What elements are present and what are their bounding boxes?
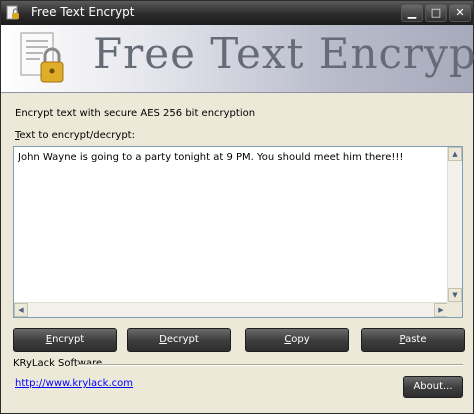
scrollbar-corner: [447, 302, 462, 317]
title-bar[interactable]: Free Text Encrypt ▁ □ ✕: [1, 1, 473, 25]
decrypt-button[interactable]: Decrypt: [127, 328, 231, 352]
arrow-up-icon: ▲: [452, 150, 458, 158]
app-icon: [6, 5, 19, 20]
paste-label: aste: [405, 334, 427, 345]
divider: [77, 364, 463, 366]
scroll-down-button[interactable]: ▼: [448, 288, 462, 302]
decrypt-label: ecrypt: [166, 334, 199, 345]
copy-label: opy: [291, 334, 310, 345]
copy-button[interactable]: Copy: [245, 328, 349, 352]
decrypt-mnemonic: D: [159, 334, 167, 345]
label-text: ext to encrypt/decrypt:: [19, 130, 135, 141]
description-text: Encrypt text with secure AES 256 bit enc…: [15, 108, 256, 119]
close-button[interactable]: ✕: [449, 4, 471, 22]
scroll-right-button[interactable]: ▶: [434, 303, 448, 317]
arrow-right-icon: ▶: [438, 306, 444, 314]
text-area-label: Text to encrypt/decrypt:: [15, 130, 135, 141]
scroll-left-button[interactable]: ◀: [14, 303, 28, 317]
close-icon: ✕: [455, 6, 465, 19]
app-window: Free Text Encrypt ▁ □ ✕ Free Text Encryp…: [0, 0, 474, 414]
arrow-down-icon: ▼: [452, 291, 458, 299]
scroll-up-button[interactable]: ▲: [448, 147, 462, 161]
document-lock-icon: [20, 32, 64, 83]
minimize-icon: ▁: [407, 6, 417, 19]
arrow-left-icon: ◀: [18, 306, 24, 314]
text-input-area[interactable]: John Wayne is going to a party tonight a…: [13, 146, 463, 318]
header-banner: Free Text Encrypt: [1, 25, 474, 93]
maximize-button[interactable]: □: [425, 4, 447, 22]
vertical-scrollbar[interactable]: ▲ ▼: [447, 147, 462, 302]
banner-title: Free Text Encrypt: [93, 29, 474, 78]
encrypt-label: ncrypt: [52, 334, 85, 345]
minimize-button[interactable]: ▁: [401, 4, 423, 22]
website-link[interactable]: http://www.krylack.com: [15, 378, 133, 389]
about-button[interactable]: About...: [403, 376, 463, 398]
text-area-content[interactable]: John Wayne is going to a party tonight a…: [18, 152, 442, 163]
maximize-icon: □: [430, 6, 442, 19]
encrypt-button[interactable]: Encrypt: [13, 328, 117, 352]
horizontal-scrollbar[interactable]: ◀ ▶: [14, 302, 448, 317]
window-title: Free Text Encrypt: [31, 5, 135, 19]
paste-button[interactable]: Paste: [361, 328, 465, 352]
